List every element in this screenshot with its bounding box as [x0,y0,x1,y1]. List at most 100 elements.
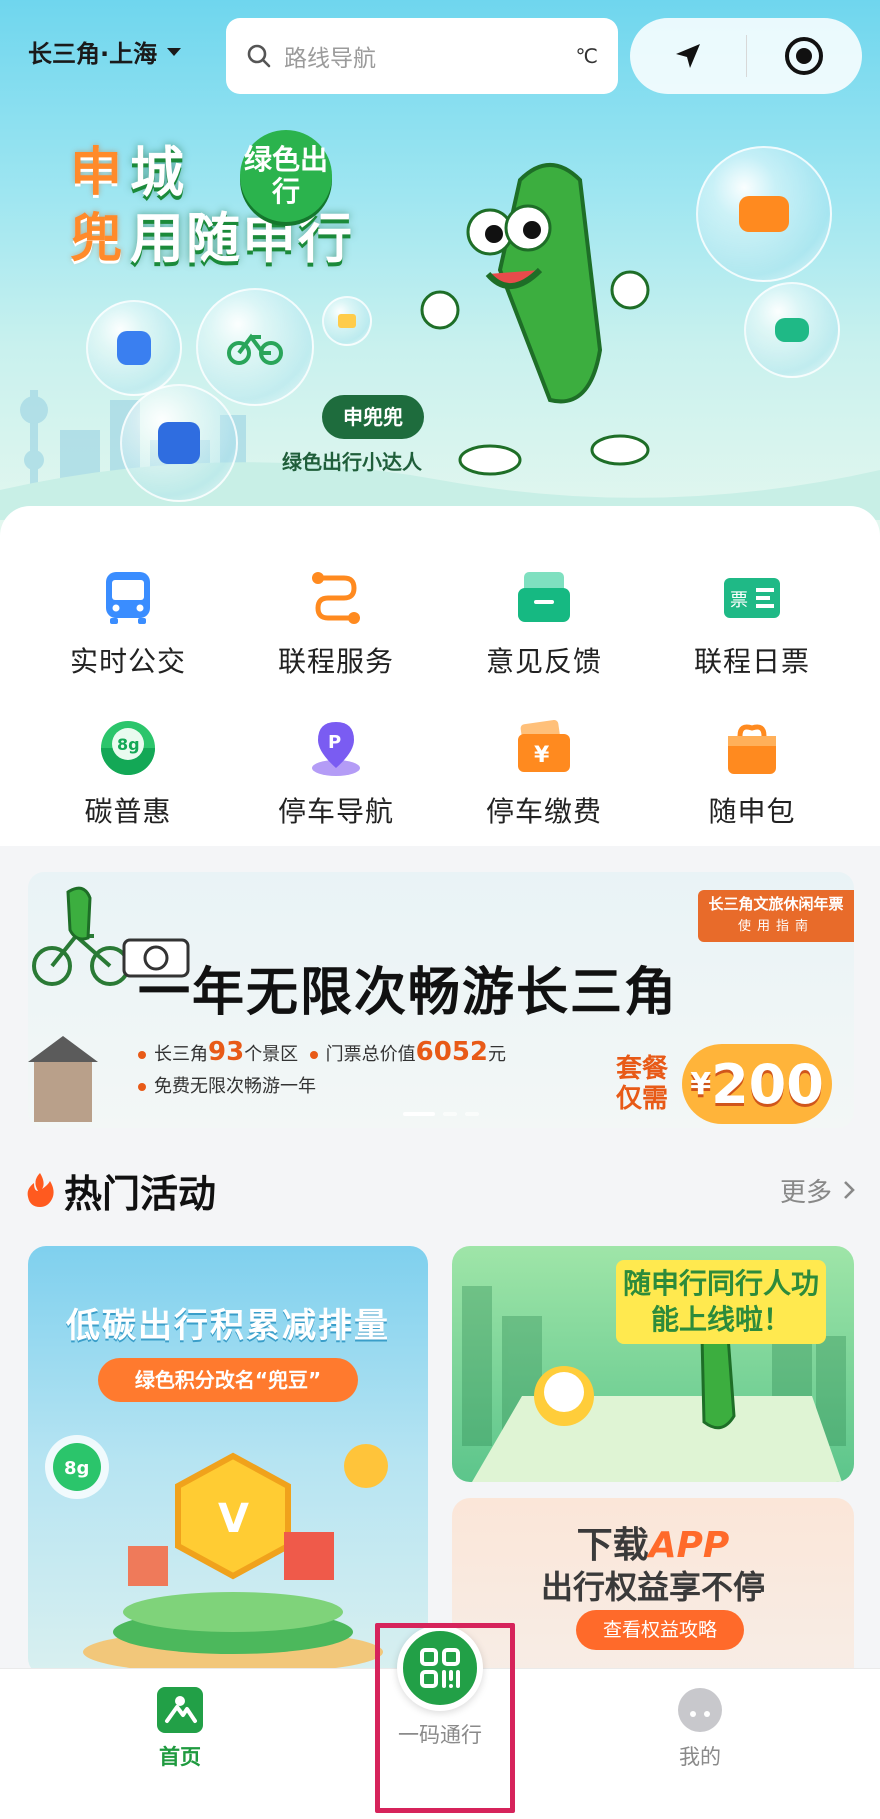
close-miniprogram-button[interactable] [747,18,863,94]
route-icon [304,566,368,630]
promo-bullet-1: 长三角93个景区 门票总价值6052元 [138,1036,506,1071]
service-grid-card: 实时公交 联程服务 意见反馈 票 联程日票 8g 碳普惠 P 停车导航 ¥ 停车… [0,506,880,846]
search-bar[interactable]: 路线导航 ℃ [226,18,618,94]
hero-title-line2: 用随申行 [130,207,355,270]
more-link[interactable]: 更多 [780,1172,856,1209]
bullet-text: 个景区 [244,1044,299,1065]
guide-tag-subtitle: 使用指南 [737,919,814,934]
annual-pass-banner[interactable]: 长三角文旅休闲年票 使用指南 一年无限次畅游长三角 长三角93个景区 门票总价值… [28,872,854,1128]
activity-title: 低碳出行积累减排量 [66,1306,390,1346]
green-travel-badge: 绿色出行 [240,130,332,222]
ticket-value: 6052 [415,1037,489,1067]
gift-bag-icon [720,716,784,780]
search-icon [247,44,271,68]
bullet-dot [138,1051,146,1059]
bullet-dot [309,1051,318,1059]
service-multimodal[interactable]: 联程服务 [232,566,440,680]
city-selector[interactable]: 长三角·上海 [28,34,182,69]
currency-symbol: ¥ [690,1066,712,1102]
service-realtime-bus[interactable]: 实时公交 [24,566,232,680]
hero-title-line1: 城 [130,141,187,204]
service-day-ticket[interactable]: 票 联程日票 [648,566,856,680]
bottom-tab-bar: 首页 一码通行 我的 [0,1625,880,1819]
tab-qr-pass[interactable]: 一码通行 [360,1625,520,1749]
service-grid: 实时公交 联程服务 意见反馈 票 联程日票 8g 碳普惠 P 停车导航 ¥ 停车… [24,566,856,830]
top-bar: 长三角·上海 路线导航 ℃ [0,16,880,96]
tab-home[interactable]: 首页 [100,1687,260,1771]
qr-code-button[interactable] [397,1625,483,1711]
location-button[interactable] [630,18,746,94]
chevron-right-icon [844,1181,855,1199]
activity-card-low-carbon[interactable]: 低碳出行积累减排量 绿色积分改名“兜豆” 8g V [28,1246,428,1676]
tab-label: 一码通行 [398,1723,482,1747]
mascot-caption: 绿色出行小达人 [282,450,422,474]
price-value: 200 [711,1052,824,1116]
bullet-text: 免费无限次畅游一年 [154,1076,316,1097]
activity-line-1: 下载APP [452,1516,854,1568]
hot-activities-header: 热门活动 更多 [24,1160,856,1220]
service-carbon[interactable]: 8g 碳普惠 [24,716,232,830]
car-bubble [744,282,840,378]
bullet-text: 门票总价值 [325,1044,416,1065]
service-label: 联程日票 [693,645,810,678]
activity-title: 随申行同行人功能上线啦！ [616,1260,826,1344]
hero-title-quote-2: 兜 [70,209,125,269]
city-name: 长三角·上海 [28,40,158,68]
service-feedback[interactable]: 意见反馈 [440,566,648,680]
tab-mine[interactable]: 我的 [620,1687,780,1771]
service-label: 意见反馈 [485,645,602,678]
weather-temperature: ℃ [575,44,598,68]
promo-bullets: 长三角93个景区 门票总价值6052元 免费无限次畅游一年 [138,1036,506,1103]
service-label: 停车导航 [277,795,394,828]
ticket-icon: 票 [720,566,784,630]
bullet-text: 元 [488,1044,507,1065]
tab-label: 首页 [159,1745,201,1769]
activity-text: 下载 [576,1525,649,1566]
parking-pin-icon: P [304,716,368,780]
fire-icon [27,1173,54,1207]
service-label: 碳普惠 [84,795,172,828]
inbox-icon [512,566,576,630]
promo-title: 一年无限次畅游长三角 [138,963,679,1023]
svg-text:P: P [328,732,341,753]
taxi-bubble [696,146,832,282]
service-parking-pay[interactable]: ¥ 停车缴费 [440,716,648,830]
activity-app-text: APP [648,1525,730,1566]
parking-pay-icon: ¥ [512,716,576,780]
svg-text:8g: 8g [117,735,140,754]
carousel-dot [465,1112,479,1116]
home-icon [157,1687,203,1733]
points-podium-illustration: V [83,1444,388,1674]
service-parking-nav[interactable]: P 停车导航 [232,716,440,830]
promo-bullet-2: 免费无限次畅游一年 [138,1071,506,1103]
service-label: 停车缴费 [485,795,602,828]
service-gift-bag[interactable]: 随申包 [648,716,856,830]
pavilion-illustration [28,1036,98,1122]
guide-tag[interactable]: 长三角文旅休闲年票 使用指南 [698,890,854,942]
activity-line-2: 出行权益享不停 [540,1568,765,1606]
bus-bubble [86,300,182,396]
scenic-count: 93 [208,1037,245,1067]
activity-card-companion[interactable]: 随申行同行人功能上线啦！ [452,1246,854,1482]
hero-title-quote-1: 申 [70,143,125,203]
section-title: 热门活动 [64,1171,217,1216]
activity-pill: 绿色积分改名“兜豆” [98,1358,358,1402]
user-avatar-icon [678,1688,722,1732]
price-label: 套餐仅需 [616,1054,669,1114]
search-placeholder: 路线导航 [284,46,376,72]
caret-down-icon [167,47,182,56]
tab-label: 我的 [679,1745,721,1769]
more-label: 更多 [779,1177,832,1208]
mascot-illustration [420,163,650,476]
service-label: 实时公交 [69,645,186,678]
svg-text:V: V [218,1496,249,1542]
qr-code-icon [420,1648,460,1688]
miniprogram-capsule [630,18,862,94]
target-circle-icon [785,37,824,75]
ship-bubble [120,384,238,502]
navigation-arrow-icon [675,44,700,68]
service-label: 随申包 [708,795,796,828]
bullet-dot [138,1083,146,1091]
carousel-indicator [28,1112,854,1116]
svg-text:票: 票 [730,590,748,611]
